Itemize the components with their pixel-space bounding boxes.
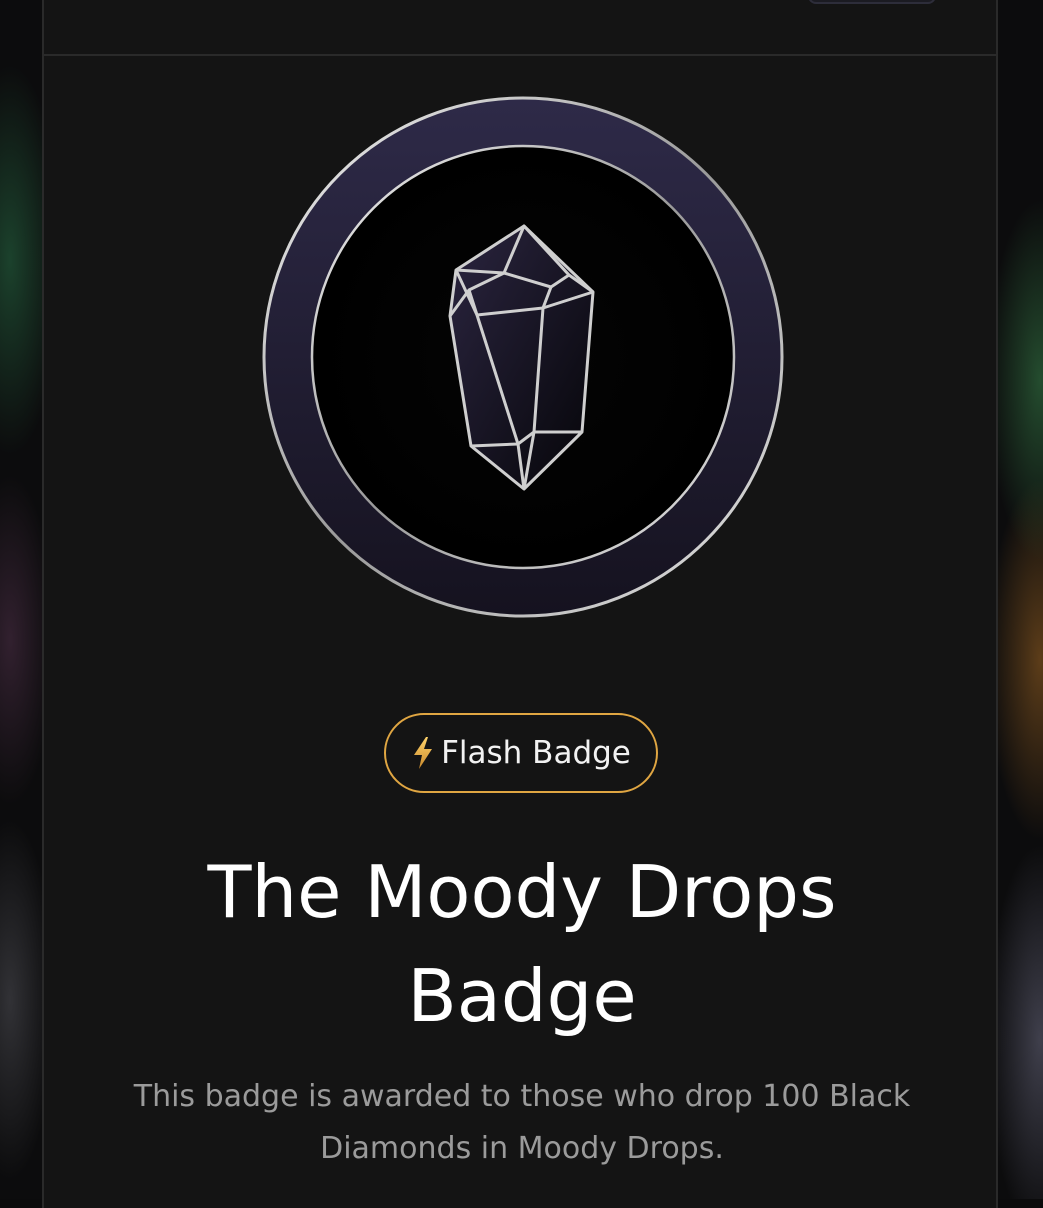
lightning-bolt-icon xyxy=(411,736,435,770)
badge-emblem xyxy=(260,94,786,620)
tag-label: Flash Badge xyxy=(441,735,631,771)
panel-header xyxy=(44,0,996,56)
badge-detail-panel: Flash Badge The Moody Drops Badge This b… xyxy=(42,0,998,1208)
header-button[interactable] xyxy=(808,0,936,4)
flash-badge-tag: Flash Badge xyxy=(384,713,658,793)
badge-title: The Moody Drops Badge xyxy=(104,840,940,1048)
badge-description: This badge is awarded to those who drop … xyxy=(84,1071,960,1175)
